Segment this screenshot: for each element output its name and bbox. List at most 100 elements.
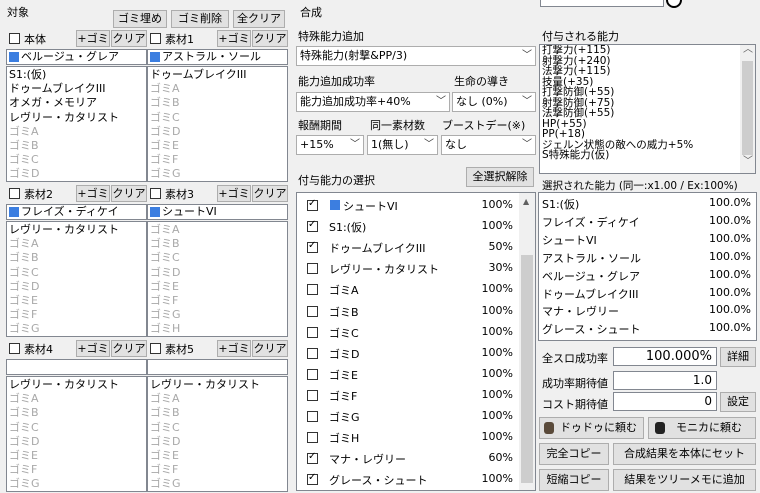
ability-row[interactable]: ゴミB 100% [297, 301, 515, 322]
ability-checkbox[interactable] [307, 432, 318, 444]
add-trash-button[interactable]: +ゴミ [217, 185, 251, 202]
selected-list[interactable]: S1:(仮) 100.0% フレイズ・ディケイ 100.0% シュートVI 100.0% ア… [538, 192, 757, 341]
ability-checkbox[interactable] [307, 411, 318, 422]
boost-day-select[interactable]: なし ﹀ [441, 135, 536, 155]
material-ability-list[interactable]: レヴリー・カタリスト ゴミA ゴミB ゴミC ゴミD ゴミE ゴミF ゴミG [6, 221, 147, 337]
material-name-field[interactable]: シュートVI [147, 204, 288, 220]
material-ability-list[interactable]: ゴミA ゴミB ゴミC ゴミD ゴミE ゴミF ゴミG ゴミH [147, 221, 288, 337]
same-material-select[interactable]: 1(無し) ﹀ [367, 135, 438, 155]
settings-button[interactable]: 設定 [720, 392, 756, 412]
list-item: ゴミF [150, 153, 179, 167]
ability-row[interactable]: ゴミE 100% [297, 364, 515, 385]
clear-slot-button[interactable]: クリア [111, 340, 147, 357]
set-result-button[interactable]: 合成結果を本体にセット [613, 443, 756, 465]
ability-row[interactable]: ゴミA 100% [297, 279, 515, 300]
deselect-all-button[interactable]: 全選択解除 [466, 167, 534, 187]
clear-slot-button[interactable]: クリア [111, 30, 147, 47]
short-copy-button[interactable]: 短縮コピー [539, 469, 609, 491]
ability-checkbox[interactable] [307, 219, 318, 233]
detail-button[interactable]: 詳細 [720, 347, 756, 367]
ability-list[interactable]: シュートVI 100% S1:(仮) 100% ドゥームブレイクIII 50% レヴリー・カ… [296, 192, 536, 491]
ability-rate: 100% [481, 472, 513, 486]
ability-row[interactable]: ゴミH 100% [297, 427, 515, 448]
clear-slot-button[interactable]: クリア [252, 30, 288, 47]
clear-slot-button[interactable]: クリア [111, 185, 147, 202]
clear-slot-button[interactable]: クリア [252, 185, 288, 202]
ability-list-scrollbar[interactable]: ▲ [519, 193, 535, 490]
ability-row[interactable]: ゴミF 100% [297, 385, 515, 406]
material-ability-list[interactable]: レヴリー・カタリスト ゴミA ゴミB ゴミC ゴミD ゴミE ゴミF ゴミG [6, 376, 147, 492]
add-trash-button[interactable]: +ゴミ [76, 185, 110, 202]
granted-list[interactable]: 打撃力(+115) 射撃力(+240) 法撃力(+115) 技量(+35) 打撃防御(+… [539, 44, 756, 174]
material-enable-checkbox[interactable] [9, 188, 20, 199]
material-name-field[interactable] [6, 359, 147, 375]
material-enable-checkbox[interactable] [150, 188, 161, 199]
material-name-field[interactable] [147, 359, 288, 375]
ability-name: ゴミG [329, 411, 360, 424]
add-trash-button[interactable]: +ゴミ [76, 340, 110, 357]
trash-delete-button[interactable]: ゴミ削除 [171, 10, 229, 28]
scroll-up-icon[interactable]: ▲ [523, 197, 529, 206]
granted-scrollbar[interactable]: ︿ ﹀ [740, 45, 755, 173]
ability-row[interactable]: ゴミG 100% [297, 406, 515, 427]
ability-row[interactable]: S1:(仮) 100% [297, 216, 515, 237]
ability-row[interactable]: グレース・シュート 100% [297, 469, 515, 490]
ability-rate: 100% [481, 324, 513, 338]
ability-rate: 30% [488, 261, 513, 275]
ability-checkbox[interactable] [307, 368, 318, 380]
ability-row[interactable]: ゴミC 100% [297, 322, 515, 343]
granted-scroll-thumb[interactable] [742, 61, 753, 155]
ability-row[interactable]: シュートVI 100% [297, 195, 515, 216]
ability-row[interactable]: レヴリー・カタリスト 30% [297, 258, 515, 279]
material-name-field[interactable]: ベルージュ・グレア [6, 49, 147, 65]
add-rate-select[interactable]: 能力追加成功率+40% ﹀ [296, 92, 450, 112]
ability-checkbox[interactable] [307, 451, 318, 465]
material-ability-list[interactable]: レヴリー・カタリスト ゴミA ゴミB ゴミC ゴミD ゴミE ゴミF ゴミG [147, 376, 288, 492]
reward-period-select[interactable]: +15% ﹀ [296, 135, 364, 155]
chevron-down-icon[interactable]: ﹀ [743, 156, 753, 168]
clear-slot-button[interactable]: クリア [252, 340, 288, 357]
ability-row[interactable]: マナ・レヴリー 60% [297, 448, 515, 469]
ability-checkbox[interactable] [307, 347, 318, 359]
add-trash-button[interactable]: +ゴミ [217, 30, 251, 47]
material-enable-checkbox[interactable] [9, 343, 20, 354]
list-item: レヴリー・カタリスト [150, 378, 260, 391]
full-copy-button[interactable]: 完全コピー [539, 443, 609, 465]
trash-fill-button[interactable]: ゴミ埋め [113, 10, 167, 28]
material-ability-list[interactable]: ドゥームブレイクIII ゴミA ゴミB ゴミC ゴミD ゴミE ゴミF ゴミG [147, 66, 288, 182]
item-type-icon [330, 200, 340, 210]
ability-checkbox[interactable] [307, 472, 318, 486]
list-item: ゴミC [150, 420, 180, 434]
material-name-field[interactable]: アストラル・ソール [147, 49, 288, 65]
ask-dodo-button[interactable]: ドゥドゥに頼む [539, 417, 644, 439]
list-item: ゴミD [9, 434, 40, 448]
material-enable-checkbox[interactable] [150, 343, 161, 354]
ability-rate: 100% [481, 219, 513, 233]
ability-checkbox[interactable] [307, 263, 318, 275]
ability-checkbox[interactable] [307, 240, 318, 254]
ability-row[interactable]: ドゥームブレイクIII 50% [297, 237, 515, 258]
material-name-field[interactable]: フレイズ・ディケイ [6, 204, 147, 220]
ability-checkbox[interactable] [307, 389, 318, 401]
ability-checkbox[interactable] [307, 326, 318, 338]
special-ability-value: 特殊能力(射撃&PP/3) [300, 49, 408, 62]
add-trash-button[interactable]: +ゴミ [217, 340, 251, 357]
ask-monica-button[interactable]: モニカに頼む [648, 417, 756, 439]
material-enable-checkbox[interactable] [150, 33, 161, 44]
top-right-field[interactable] [540, 0, 664, 7]
ability-checkbox[interactable] [307, 284, 318, 296]
add-trash-button[interactable]: +ゴミ [76, 30, 110, 47]
clear-all-button[interactable]: 全クリア [233, 10, 285, 28]
add-tree-memo-button[interactable]: 結果をツリーメモに追加 [613, 469, 756, 491]
life-guide-select[interactable]: なし (0%) ﹀ [452, 92, 536, 112]
ability-row[interactable]: ゴミD 100% [297, 343, 515, 364]
chevron-up-icon[interactable]: ︿ [743, 45, 753, 56]
dodo-avatar-icon [544, 422, 554, 434]
scroll-thumb[interactable] [521, 255, 533, 483]
special-ability-select[interactable]: 特殊能力(射撃&PP/3) ﹀ [296, 46, 536, 66]
ability-checkbox[interactable] [307, 198, 318, 211]
ability-checkbox[interactable] [307, 305, 318, 317]
material-enable-checkbox[interactable] [9, 33, 20, 44]
material-ability-list[interactable]: S1:(仮) ドゥームブレイクIII オメガ・メモリア レヴリー・カタリスト ゴミA ゴミ… [6, 66, 147, 182]
selected-row: アストラル・ソール 100.0% [542, 250, 754, 268]
